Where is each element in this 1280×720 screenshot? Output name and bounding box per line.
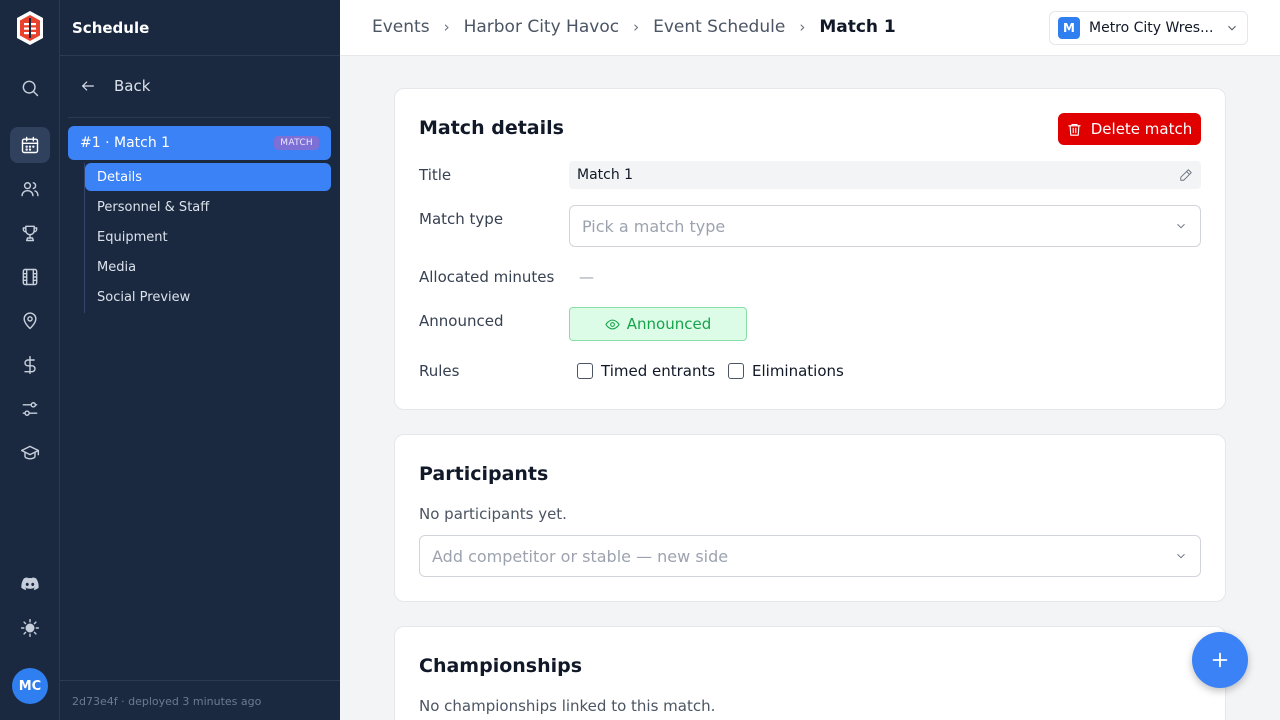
back-label: Back: [114, 77, 151, 95]
chevron-right-icon: ›: [633, 18, 640, 36]
graduation-cap-icon[interactable]: [10, 435, 50, 471]
chevron-down-icon: [1228, 25, 1236, 31]
match-details-card: Match details Delete match Title Match 1…: [394, 88, 1226, 410]
org-mark: M: [1058, 17, 1080, 39]
search-icon[interactable]: [10, 70, 50, 106]
schedule-sidebar: Schedule Back #1 · Match 1 MATCH Details…: [60, 0, 340, 720]
match-details-heading: Match details: [419, 117, 564, 139]
sliders-icon[interactable]: [10, 391, 50, 427]
plus-icon: [1212, 652, 1228, 668]
icon-rail: MC: [0, 0, 60, 720]
timed-entrants-label: Timed entrants: [601, 362, 716, 380]
add-button[interactable]: [1192, 632, 1248, 688]
announced-label: Announced: [419, 312, 504, 330]
arrow-left-icon: [82, 81, 94, 91]
back-button[interactable]: Back: [80, 76, 150, 96]
championships-empty-text: No championships linked to this match.: [419, 697, 716, 715]
subnav-equipment[interactable]: Equipment: [85, 223, 331, 251]
match-type-badge: MATCH: [274, 136, 319, 150]
title-value: Match 1: [577, 167, 634, 183]
match-type-select[interactable]: Pick a match type: [569, 205, 1201, 247]
delete-match-button[interactable]: Delete match: [1058, 113, 1201, 145]
announced-status: Announced: [626, 315, 712, 333]
rules-label: Rules: [419, 362, 460, 380]
pencil-icon[interactable]: [1179, 168, 1193, 182]
app-logo-icon[interactable]: [15, 10, 45, 46]
chevron-right-icon: ›: [799, 18, 806, 36]
subnav-details[interactable]: Details: [85, 163, 331, 191]
calendar-icon[interactable]: [10, 127, 50, 163]
breadcrumb-events[interactable]: Events: [372, 17, 430, 37]
title-field[interactable]: Match 1: [569, 161, 1201, 189]
checkbox-box[interactable]: [728, 363, 744, 379]
allocated-minutes-value: —: [579, 268, 594, 286]
subnav-personnel-staff[interactable]: Personnel & Staff: [85, 193, 331, 221]
deploy-info: 2d73e4f · deployed 3 minutes ago: [60, 680, 340, 720]
championships-card: Championships No championships linked to…: [394, 626, 1226, 720]
match-type-placeholder: Pick a match type: [582, 216, 726, 236]
sidebar-item-match-1[interactable]: #1 · Match 1 MATCH: [68, 126, 331, 160]
org-switcher[interactable]: M Metro City Wres...: [1049, 11, 1248, 45]
top-bar: Events › Harbor City Havoc › Event Sched…: [340, 0, 1280, 56]
trophy-icon[interactable]: [10, 215, 50, 251]
add-participant-placeholder: Add competitor or stable — new side: [432, 546, 729, 566]
match-subnav: Details Personnel & Staff Equipment Medi…: [84, 163, 331, 313]
chevron-down-icon: [1177, 223, 1185, 229]
match-type-label: Match type: [419, 210, 504, 228]
discord-icon[interactable]: [10, 566, 50, 602]
subnav-media[interactable]: Media: [85, 253, 331, 281]
chevron-right-icon: ›: [443, 18, 450, 36]
trash-icon: [1068, 123, 1081, 136]
deploy-time: · deployed 3 minutes ago: [117, 695, 262, 708]
chevron-down-icon: [1177, 553, 1185, 559]
delete-match-label: Delete match: [1090, 120, 1193, 138]
sidebar-title: Schedule: [60, 0, 340, 56]
subnav-social-preview[interactable]: Social Preview: [85, 283, 331, 311]
eliminations-label: Eliminations: [752, 362, 844, 380]
commit-hash: 2d73e4f: [72, 695, 118, 708]
org-name: Metro City Wres...: [1089, 20, 1214, 36]
participants-card: Participants No participants yet. Add co…: [394, 434, 1226, 602]
eliminations-checkbox[interactable]: Eliminations: [728, 362, 844, 380]
allocated-minutes-label: Allocated minutes: [419, 268, 555, 286]
participants-heading: Participants: [419, 463, 549, 485]
users-icon[interactable]: [10, 171, 50, 207]
breadcrumb-schedule[interactable]: Event Schedule: [653, 17, 785, 37]
add-participant-select[interactable]: Add competitor or stable — new side: [419, 535, 1201, 577]
breadcrumb-current: Match 1: [819, 17, 896, 37]
map-pin-icon[interactable]: [10, 303, 50, 339]
title-label: Title: [419, 166, 452, 184]
eye-icon: [605, 319, 620, 329]
user-avatar[interactable]: MC: [12, 668, 48, 704]
sidebar-divider: [68, 117, 330, 118]
championships-heading: Championships: [419, 655, 583, 677]
breadcrumb-event[interactable]: Harbor City Havoc: [464, 17, 620, 37]
checkbox-box[interactable]: [577, 363, 593, 379]
timed-entrants-checkbox[interactable]: Timed entrants: [577, 362, 715, 380]
film-icon[interactable]: [10, 259, 50, 295]
sun-icon[interactable]: [10, 610, 50, 646]
participants-empty-text: No participants yet.: [419, 505, 567, 523]
announced-toggle[interactable]: Announced: [569, 307, 747, 341]
breadcrumb: Events › Harbor City Havoc › Event Sched…: [372, 17, 896, 37]
dollar-icon[interactable]: [10, 347, 50, 383]
match-item-label: #1 · Match 1: [80, 135, 171, 151]
